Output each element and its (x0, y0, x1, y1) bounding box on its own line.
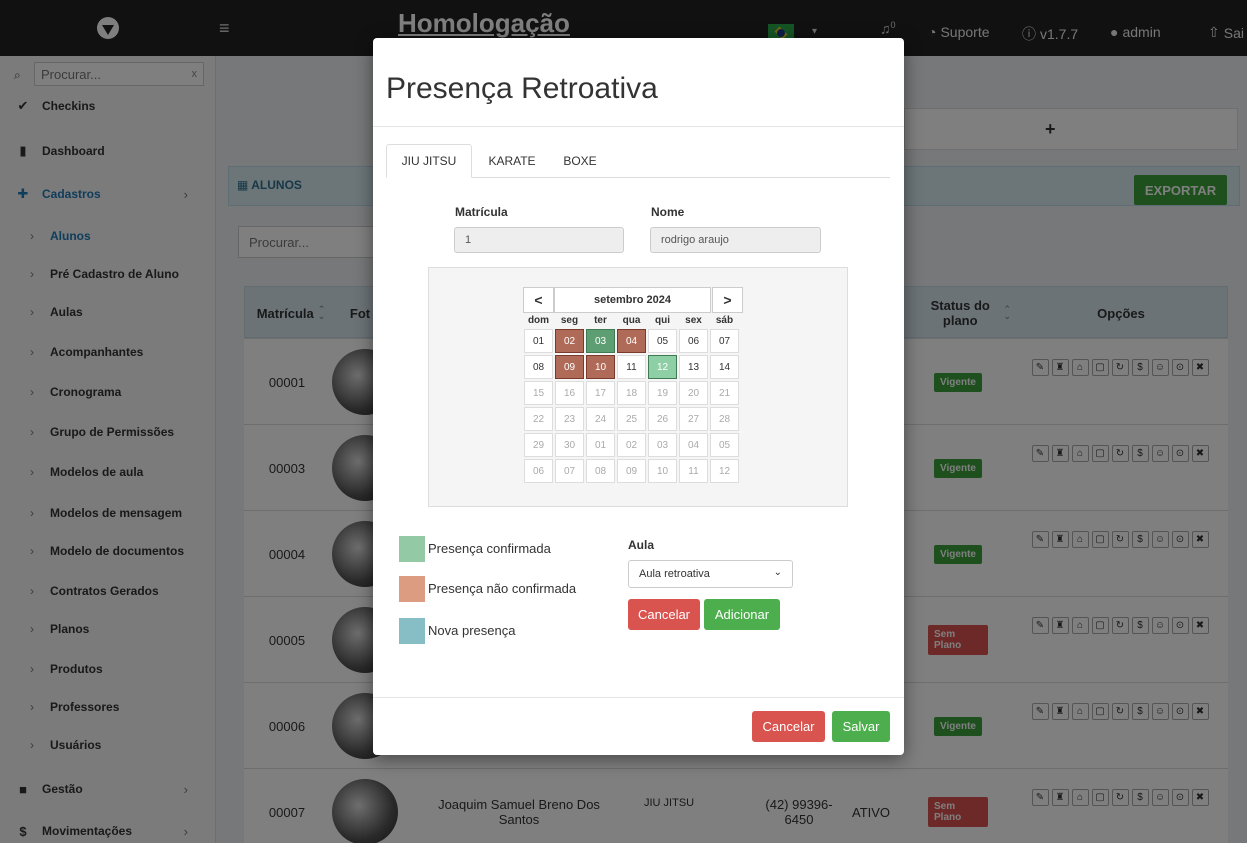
calendar-day[interactable]: 08 (524, 355, 553, 379)
calendar-day[interactable]: 03 (586, 329, 615, 353)
chevron-down-icon: ⌄ (773, 567, 782, 578)
cancel-add-button[interactable]: Cancelar (628, 599, 700, 630)
aula-select-value: Aula retroativa (639, 568, 710, 580)
calendar-day[interactable]: 06 (524, 459, 553, 483)
calendar-day[interactable]: 12 (648, 355, 677, 379)
weekday-label: qui (655, 315, 670, 326)
legend-swatch-confirmed (399, 536, 425, 562)
calendar-day[interactable]: 10 (648, 459, 677, 483)
calendar-day[interactable]: 23 (555, 407, 584, 431)
calendar-day[interactable]: 28 (710, 407, 739, 431)
aula-label: Aula (628, 538, 655, 552)
weekday-label: dom (527, 315, 550, 326)
legend-label-confirmed: Presença confirmada (428, 541, 551, 556)
legend-label-unconfirmed: Presença não confirmada (428, 581, 577, 596)
calendar-day[interactable]: 25 (617, 407, 646, 431)
calendar-day[interactable]: 05 (648, 329, 677, 353)
weekday-label: ter (594, 315, 607, 326)
calendar-day[interactable]: 21 (710, 381, 739, 405)
presenca-retroativa-modal: Presença Retroativa JIU JITSU KARATE BOX… (373, 38, 904, 755)
calendar-next-button[interactable]: > (712, 287, 743, 313)
calendar-day[interactable]: 15 (524, 381, 553, 405)
legend-swatch-new (399, 618, 425, 644)
calendar-day[interactable]: 29 (524, 433, 553, 457)
calendar-day[interactable]: 10 (586, 355, 615, 379)
calendar-day[interactable]: 19 (648, 381, 677, 405)
calendar-day[interactable]: 16 (555, 381, 584, 405)
calendar-day[interactable]: 14 (710, 355, 739, 379)
calendar-day[interactable]: 07 (710, 329, 739, 353)
legend-swatch-unconfirmed (399, 576, 425, 602)
calendar-day[interactable]: 18 (617, 381, 646, 405)
nome-field: rodrigo araujo (650, 227, 821, 253)
calendar-day[interactable]: 09 (617, 459, 646, 483)
calendar-day[interactable]: 01 (586, 433, 615, 457)
modal-title: Presença Retroativa (386, 72, 658, 105)
calendar-day[interactable]: 30 (555, 433, 584, 457)
calendar-day[interactable]: 27 (679, 407, 708, 431)
calendar-day[interactable]: 22 (524, 407, 553, 431)
tab-karate[interactable]: KARATE (474, 144, 550, 178)
tab-boxe[interactable]: BOXE (550, 144, 610, 178)
calendar-day[interactable]: 20 (679, 381, 708, 405)
aula-select[interactable]: Aula retroativa ⌄ (628, 560, 793, 588)
legend-label-new: Nova presença (428, 623, 516, 638)
calendar-month-title[interactable]: setembro 2024 (554, 287, 711, 313)
calendar-day[interactable]: 02 (617, 433, 646, 457)
calendar-day[interactable]: 05 (710, 433, 739, 457)
calendar-day[interactable]: 03 (648, 433, 677, 457)
add-presence-button[interactable]: Adicionar (704, 599, 780, 630)
calendar-prev-button[interactable]: < (523, 287, 554, 313)
calendar-day[interactable]: 04 (617, 329, 646, 353)
calendar-day[interactable]: 07 (555, 459, 584, 483)
divider (373, 126, 904, 127)
weekday-label: sex (685, 315, 702, 326)
weekday-label: qua (622, 315, 641, 326)
calendar-day[interactable]: 17 (586, 381, 615, 405)
calendar-day[interactable]: 02 (555, 329, 584, 353)
modalidade-tabs: JIU JITSU KARATE BOXE (386, 144, 890, 178)
weekday-label: seg (560, 315, 579, 326)
calendar-day[interactable]: 09 (555, 355, 584, 379)
calendar-day[interactable]: 24 (586, 407, 615, 431)
calendar-day[interactable]: 11 (617, 355, 646, 379)
calendar-day[interactable]: 06 (679, 329, 708, 353)
modal-save-button[interactable]: Salvar (832, 711, 890, 742)
calendar-day[interactable]: 08 (586, 459, 615, 483)
calendar-day[interactable]: 13 (679, 355, 708, 379)
calendar-day[interactable]: 04 (679, 433, 708, 457)
matricula-field: 1 (454, 227, 624, 253)
calendar-day[interactable]: 01 (524, 329, 553, 353)
nome-label: Nome (651, 205, 685, 219)
modal-cancel-button[interactable]: Cancelar (752, 711, 825, 742)
weekday-label: sáb (715, 315, 734, 326)
divider (373, 697, 904, 698)
calendar-day[interactable]: 11 (679, 459, 708, 483)
matricula-label: Matrícula (455, 205, 508, 219)
tab-jiu-jitsu[interactable]: JIU JITSU (386, 144, 472, 178)
calendar-day[interactable]: 26 (648, 407, 677, 431)
calendar-day[interactable]: 12 (710, 459, 739, 483)
